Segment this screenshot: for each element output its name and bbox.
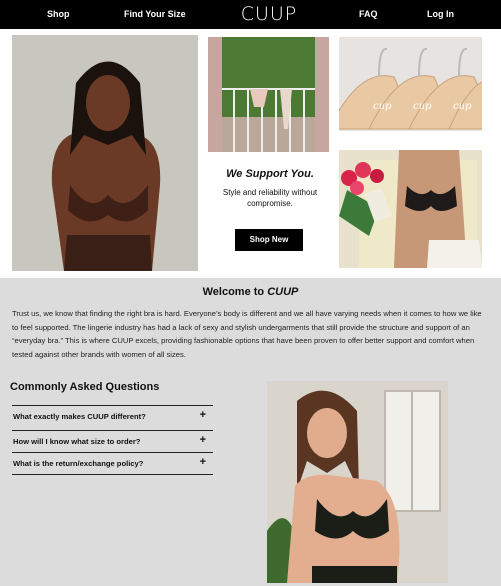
model-window-photo [267, 381, 448, 583]
faq-question: What is the return/exchange policy? [13, 459, 144, 468]
plus-icon[interactable]: + [200, 409, 206, 421]
flowers-bra-photo [339, 150, 482, 268]
faq-item[interactable]: What exactly makes CUUP different? + [12, 405, 213, 427]
welcome-brand: CUUP [267, 286, 299, 298]
plus-icon[interactable]: + [200, 456, 206, 468]
welcome-prefix: Welcome to [202, 286, 265, 298]
top-nav: Shop Find Your Size CUUP FAQ Log In [0, 0, 501, 29]
faq-heading: Commonly Asked Questions [10, 381, 160, 393]
hero-model-photo [12, 35, 198, 271]
hanger-logo-text: cup [453, 101, 472, 112]
plus-icon[interactable]: + [200, 434, 206, 446]
hanger-logo-text: cup [373, 101, 392, 112]
support-heading: We Support You. [226, 168, 314, 180]
faq-question: How will I know what size to order? [13, 437, 141, 446]
support-subheading: Style and reliability without compromise… [222, 188, 318, 208]
shop-new-button[interactable]: Shop New [235, 229, 303, 251]
nav-login[interactable]: Log In [427, 9, 454, 19]
intro-paragraph: Trust us, we know that finding the right… [12, 309, 482, 359]
nav-faq[interactable]: FAQ [359, 9, 378, 19]
balcony-photo [208, 37, 329, 152]
faq-item[interactable]: How will I know what size to order? + [12, 430, 213, 452]
hanger-logo-text: cup [413, 101, 432, 112]
nav-find-your-size[interactable]: Find Your Size [124, 9, 186, 19]
faq-divider [12, 474, 213, 475]
hangers-photo: cup cup cup [339, 37, 482, 131]
cuup-logo[interactable]: CUUP [234, 3, 304, 25]
faq-item[interactable]: What is the return/exchange policy? + [12, 452, 213, 474]
welcome-heading: Welcome to CUUP [0, 286, 501, 298]
faq-question: What exactly makes CUUP different? [13, 412, 146, 421]
nav-shop[interactable]: Shop [47, 9, 70, 19]
